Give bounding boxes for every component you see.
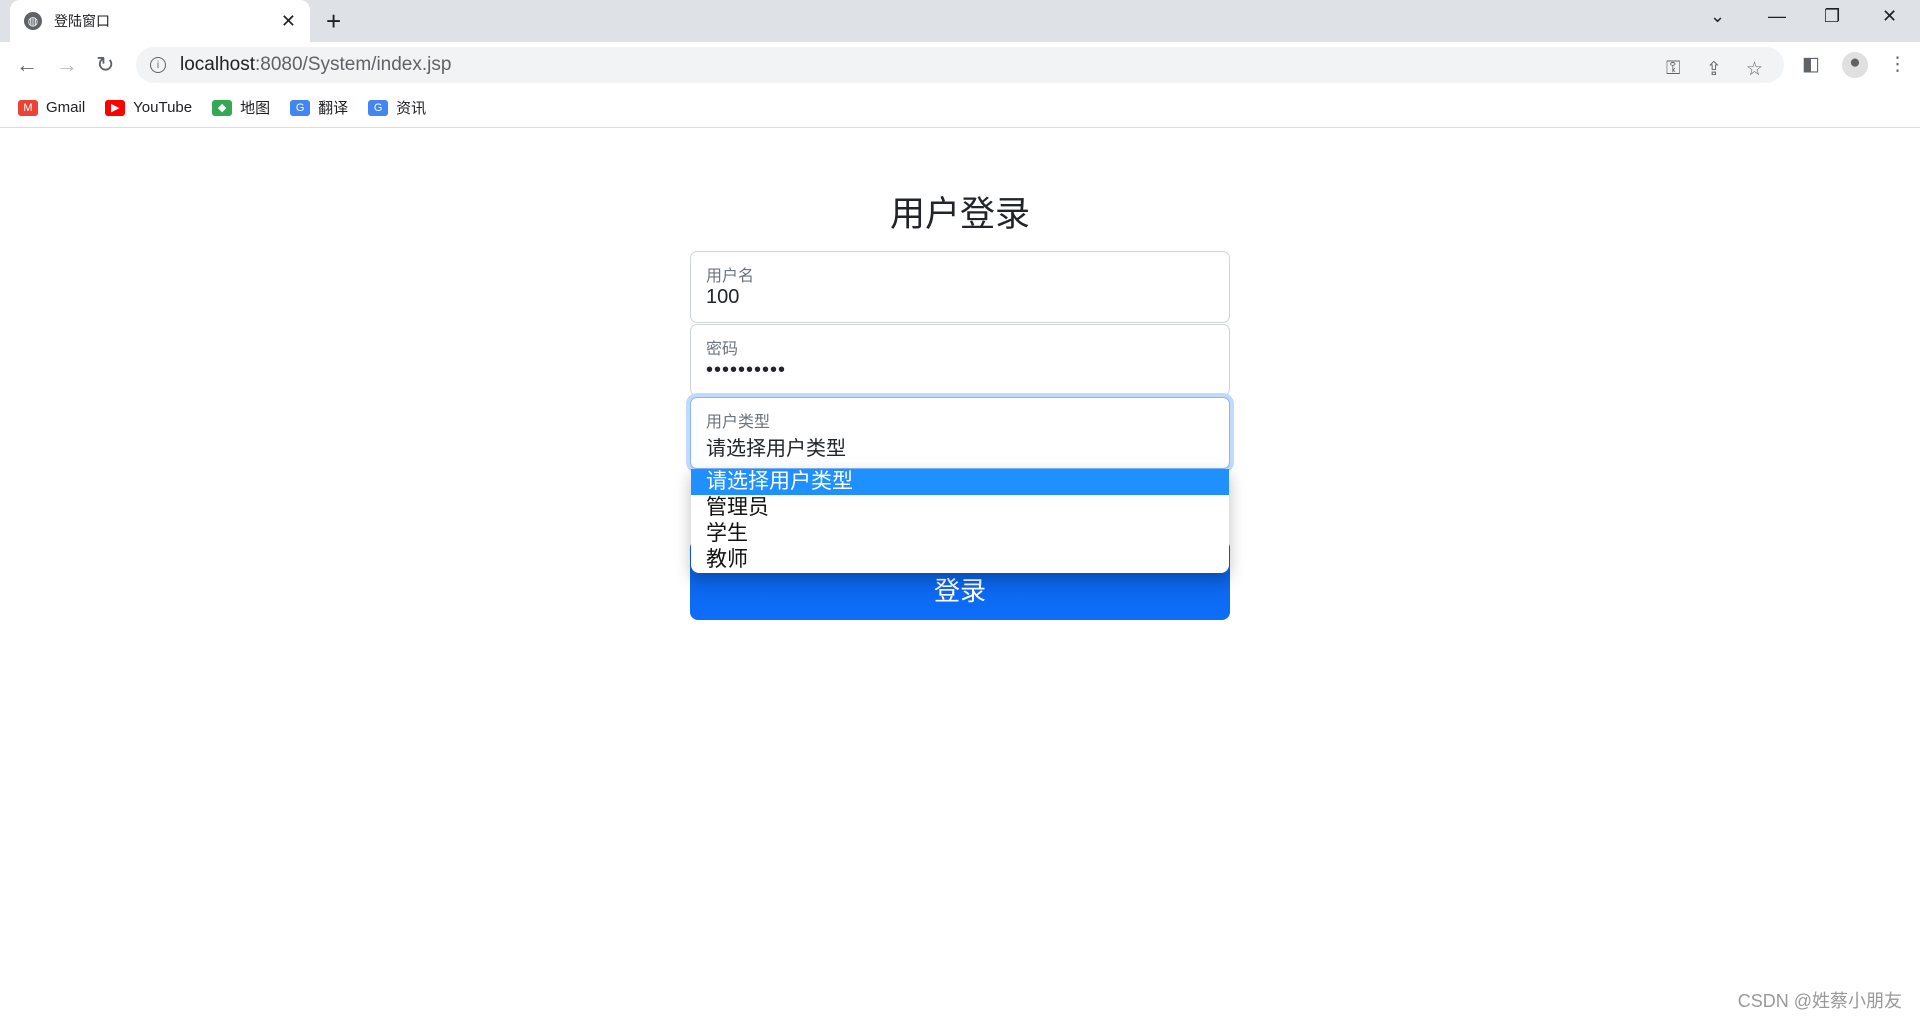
share-icon[interactable]: ⇪ xyxy=(1706,58,1722,81)
star-icon[interactable]: ☆ xyxy=(1746,58,1763,81)
bookmark-maps[interactable]: ◆ 地图 xyxy=(212,97,270,118)
bookmark-label: 资讯 xyxy=(396,100,427,117)
new-tab-button[interactable]: + xyxy=(326,6,341,37)
bookmark-label: Gmail xyxy=(46,99,86,116)
url-host: localhost xyxy=(180,54,255,75)
bookmarks-bar: M Gmail ▶ YouTube ◆ 地图 G 翻译 G 资讯 xyxy=(0,88,1920,128)
password-input[interactable]: •••••••••• xyxy=(706,359,1214,382)
maps-icon: ◆ xyxy=(212,99,233,116)
username-input[interactable]: 100 xyxy=(706,286,1214,309)
option-student[interactable]: 学生 xyxy=(691,521,1229,547)
globe-icon: ◍ xyxy=(24,12,42,30)
usertype-label: 用户类型 xyxy=(706,414,771,431)
option-placeholder[interactable]: 请选择用户类型 xyxy=(691,469,1229,495)
gmail-icon: M xyxy=(18,99,38,116)
username-field[interactable]: 用户名 100 xyxy=(690,251,1230,323)
login-form: 用户名 100 密码 •••••••••• 用户类型 请选择用户类型 xyxy=(690,251,1230,470)
youtube-icon: ▶ xyxy=(105,99,126,116)
profile-icon[interactable]: ● xyxy=(1842,52,1868,78)
tab-title: 登陆窗口 xyxy=(54,13,110,29)
bookmark-news[interactable]: G 资讯 xyxy=(368,97,426,118)
tab-search-icon[interactable]: ⌄ xyxy=(1710,6,1725,27)
restore-button[interactable]: ❐ xyxy=(1824,6,1840,27)
info-icon[interactable]: i xyxy=(150,57,166,73)
bookmark-label: 地图 xyxy=(240,100,271,117)
usertype-select[interactable]: 用户类型 请选择用户类型 xyxy=(690,397,1230,469)
menu-icon[interactable]: ⋮ xyxy=(1888,53,1907,76)
close-window-button[interactable]: ✕ xyxy=(1882,6,1897,27)
browser-tab[interactable]: ◍ 登陆窗口 ✕ xyxy=(10,0,310,42)
bookmark-label: YouTube xyxy=(133,99,193,116)
minimize-button[interactable]: — xyxy=(1768,6,1786,27)
back-icon[interactable]: ← xyxy=(16,52,38,78)
username-label: 用户名 xyxy=(706,268,755,285)
url-path: :8080/System/index.jsp xyxy=(255,54,452,75)
bookmark-translate[interactable]: G 翻译 xyxy=(290,97,348,118)
usertype-dropdown: 请选择用户类型 管理员 学生 教师 xyxy=(691,469,1229,573)
news-icon: G xyxy=(368,99,389,116)
side-panel-icon[interactable]: ◧ xyxy=(1802,53,1820,76)
reload-icon[interactable]: ↻ xyxy=(96,52,114,78)
forward-icon[interactable]: → xyxy=(56,52,78,78)
key-icon[interactable]: ⚿ xyxy=(1666,58,1680,80)
page-title: 用户登录 xyxy=(889,195,1030,234)
bookmark-gmail[interactable]: M Gmail xyxy=(18,99,85,116)
toolbar: ← → ↻ i localhost:8080/System/index.jsp … xyxy=(0,42,1920,88)
address-bar[interactable]: i localhost:8080/System/index.jsp ⚿ ⇪ ☆ xyxy=(136,47,1784,83)
tab-bar: ◍ 登陆窗口 ✕ + ⌄ — ❐ ✕ xyxy=(0,0,1920,42)
option-teacher[interactable]: 教师 xyxy=(691,547,1229,573)
translate-icon: G xyxy=(290,99,311,116)
password-label: 密码 xyxy=(706,341,739,358)
bookmark-youtube[interactable]: ▶ YouTube xyxy=(105,99,192,116)
watermark: CSDN @姓蔡小朋友 xyxy=(1737,991,1902,1011)
usertype-value[interactable]: 请选择用户类型 xyxy=(706,432,1214,461)
bookmark-label: 翻译 xyxy=(318,100,349,117)
option-admin[interactable]: 管理员 xyxy=(691,495,1229,521)
close-tab-icon[interactable]: ✕ xyxy=(281,11,296,32)
password-field[interactable]: 密码 •••••••••• xyxy=(690,324,1230,396)
